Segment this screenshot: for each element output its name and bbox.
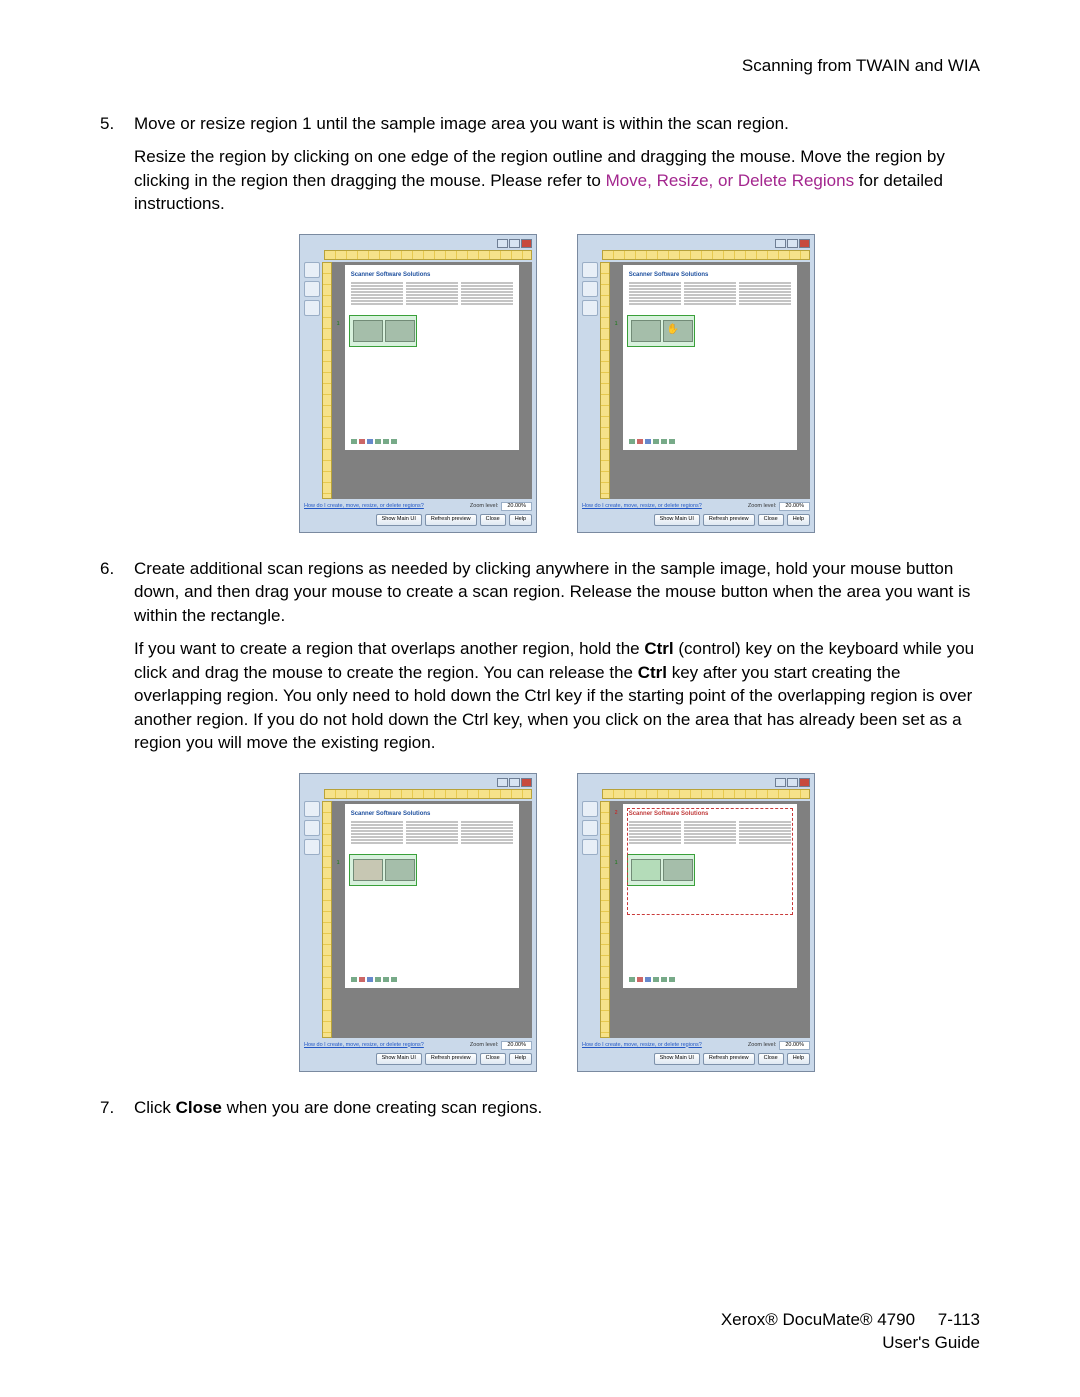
page-number: 7-113: [938, 1310, 980, 1329]
step-text: Resize the region by clicking on one edg…: [134, 145, 980, 215]
preview-dialog-figure: Scanner Software Solutions: [299, 234, 537, 533]
preview-dialog-figure: Scanner Software Solutions: [577, 773, 815, 1072]
step-5: 5. Move or resize region 1 until the sam…: [100, 112, 980, 533]
window-controls: [304, 239, 532, 248]
dialog-buttons: Show Main UI Refresh preview Close Help: [304, 514, 532, 526]
figure-row: Scanner Software Solutions: [134, 234, 980, 533]
ruler-horizontal: [324, 250, 532, 260]
refresh-preview-button: Refresh preview: [425, 514, 477, 526]
region-number-2: 2: [615, 810, 618, 817]
zoom-in-icon: [304, 262, 320, 278]
step-text: Create additional scan regions as needed…: [134, 557, 980, 627]
step-7: 7. Click Close when you are done creatin…: [100, 1096, 980, 1119]
document-page: Scanning from TWAIN and WIA 5. Move or r…: [0, 0, 1080, 1397]
close-button: Close: [480, 514, 506, 526]
page-footer: Xerox® DocuMate® 4790 7-113 User's Guide: [721, 1309, 980, 1355]
toolbar: [304, 262, 322, 499]
region-number-1: 1: [337, 321, 340, 328]
ruler-vertical: [322, 262, 332, 499]
help-link: How do I create, move, resize, or delete…: [304, 503, 424, 511]
step-text: Move or resize region 1 until the sample…: [134, 112, 980, 135]
preview-dialog-figure: Scanner Software Solutions: [299, 773, 537, 1072]
preview-canvas: Scanner Software Solutions: [332, 262, 532, 499]
product-name: Xerox® DocuMate® 4790: [721, 1310, 915, 1329]
thumbnail-row: [351, 439, 397, 444]
maximize-icon: [509, 239, 520, 248]
step-number: 5.: [100, 112, 114, 135]
guide-name: User's Guide: [721, 1332, 980, 1355]
preview-page: Scanner Software Solutions: [345, 265, 520, 450]
figure-row: Scanner Software Solutions: [134, 773, 980, 1072]
zoom-select: 20.00%: [501, 502, 532, 512]
step-text: If you want to create a region that over…: [134, 637, 980, 754]
steps-list: 5. Move or resize region 1 until the sam…: [100, 112, 980, 1119]
zoom-out-icon: [304, 281, 320, 297]
fit-icon: [304, 300, 320, 316]
step-text: Click Close when you are done creating s…: [134, 1096, 980, 1119]
step-6: 6. Create additional scan regions as nee…: [100, 557, 980, 1072]
preview-dialog-figure: Scanner Software Solutions: [577, 234, 815, 533]
cross-reference-link[interactable]: Move, Resize, or Delete Regions: [606, 171, 855, 190]
section-heading: Scanning from TWAIN and WIA: [100, 56, 980, 76]
sample-heading: Scanner Software Solutions: [351, 271, 514, 279]
close-icon: [521, 239, 532, 248]
zoom-label: Zoom level:: [470, 503, 498, 511]
step-number: 6.: [100, 557, 114, 580]
scan-region-1: [349, 315, 417, 347]
show-main-ui-button: Show Main UI: [376, 514, 422, 526]
minimize-icon: [497, 239, 508, 248]
move-cursor-icon: ✋: [667, 323, 679, 337]
scan-region-2: [627, 808, 794, 915]
step-number: 7.: [100, 1096, 114, 1119]
help-button: Help: [509, 514, 532, 526]
